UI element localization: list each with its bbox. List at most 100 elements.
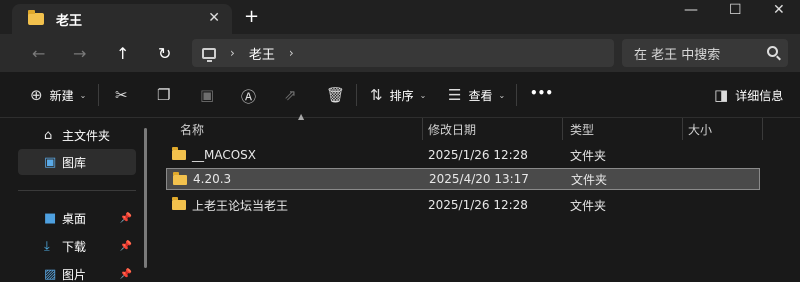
clipboard-icon: ▣ bbox=[200, 86, 215, 104]
column-divider[interactable] bbox=[762, 118, 763, 140]
column-header-size[interactable]: 大小 bbox=[688, 118, 758, 140]
new-label: 新建 bbox=[49, 88, 74, 103]
sidebar-scrollbar[interactable] bbox=[144, 128, 147, 268]
file-type: 文件夹 bbox=[570, 198, 607, 213]
details-pane-button[interactable]: ◨ 详细信息 bbox=[714, 86, 783, 104]
trash-icon: 🗑 bbox=[326, 86, 346, 104]
tab-title: 老王 bbox=[56, 13, 83, 29]
column-divider[interactable] bbox=[422, 118, 423, 140]
new-tab-button[interactable]: + bbox=[244, 6, 259, 27]
new-button[interactable]: ⊕ 新建 ⌄ bbox=[30, 86, 86, 104]
sidebar-divider bbox=[18, 190, 136, 191]
delete-button[interactable]: 🗑 bbox=[326, 86, 345, 104]
back-button[interactable]: ← bbox=[32, 44, 45, 63]
column-divider[interactable] bbox=[562, 118, 563, 140]
paste-button[interactable]: ▣ bbox=[200, 86, 214, 104]
file-name: 上老王论坛当老王 bbox=[192, 198, 289, 213]
file-date: 2025/1/26 12:28 bbox=[428, 198, 528, 212]
minimize-button[interactable]: — bbox=[684, 2, 698, 18]
folder-icon bbox=[28, 10, 44, 25]
sidebar-item-gallery[interactable]: ▣ 图库 bbox=[18, 149, 136, 175]
file-row[interactable]: 上老王论坛当老王 2025/1/26 12:28 文件夹 bbox=[166, 194, 760, 216]
sidebar-item-label: 图片 bbox=[62, 267, 87, 282]
close-tab-icon[interactable]: ✕ bbox=[208, 10, 220, 26]
pictures-icon: ▨ bbox=[44, 266, 57, 282]
sidebar-item-desktop[interactable]: ■ 桌面 📌 bbox=[18, 205, 136, 231]
sidebar-item-label: 下载 bbox=[62, 239, 87, 254]
details-label: 详细信息 bbox=[735, 88, 784, 103]
maximize-button[interactable]: ☐ bbox=[729, 2, 742, 18]
file-name: 4.20.3 bbox=[193, 172, 232, 186]
toolbar-divider bbox=[98, 84, 99, 106]
column-header-label: 修改日期 bbox=[428, 122, 477, 137]
address-row: ← → ↑ ↻ › 老王 › 在 老王 中搜索 bbox=[0, 34, 800, 72]
breadcrumb-chevron-icon[interactable]: › bbox=[230, 46, 235, 60]
column-header-date[interactable]: 修改日期 bbox=[428, 118, 558, 140]
pin-icon[interactable]: 📌 bbox=[120, 241, 132, 252]
search-placeholder: 在 老王 中搜索 bbox=[634, 47, 721, 63]
desktop-icon: ■ bbox=[44, 210, 57, 226]
share-icon: ⇗ bbox=[284, 86, 297, 104]
more-icon: ••• bbox=[530, 86, 554, 100]
list-view-icon: ☰ bbox=[448, 86, 462, 104]
view-button[interactable]: ☰ 查看 ⌄ bbox=[448, 86, 505, 104]
sort-button[interactable]: ⇅ 排序 ⌄ bbox=[370, 86, 426, 104]
sidebar-item-label: 主文件夹 bbox=[62, 128, 111, 143]
refresh-button[interactable]: ↻ bbox=[158, 44, 171, 63]
computer-icon bbox=[202, 47, 216, 62]
copy-icon: ❐ bbox=[157, 86, 171, 104]
chevron-down-icon: ⌄ bbox=[79, 90, 87, 100]
command-bar: ⊕ 新建 ⌄ ✂ ❐ ▣ Ⓐ ⇗ 🗑 ⇅ 排序 ⌄ ☰ 查看 ⌄ ••• ◨ 详… bbox=[0, 72, 800, 118]
pin-icon[interactable]: 📌 bbox=[120, 269, 132, 280]
details-pane-icon: ◨ bbox=[714, 86, 729, 104]
forward-button[interactable]: → bbox=[73, 44, 86, 63]
column-header-name[interactable]: 名称 bbox=[180, 118, 420, 140]
chevron-down-icon: ⌄ bbox=[498, 90, 506, 100]
download-icon: ⤓ bbox=[44, 238, 50, 254]
rename-icon: Ⓐ bbox=[241, 88, 257, 106]
tab-active[interactable]: 老王 ✕ bbox=[12, 4, 232, 34]
folder-icon bbox=[172, 197, 186, 210]
sidebar-item-home[interactable]: ⌂ 主文件夹 bbox=[18, 122, 136, 148]
sort-icon: ⇅ bbox=[370, 86, 383, 104]
sidebar-item-label: 图库 bbox=[62, 155, 87, 170]
file-date: 2025/1/26 12:28 bbox=[428, 148, 528, 162]
column-divider[interactable] bbox=[682, 118, 683, 140]
navigation-pane: ⌂ 主文件夹 ▣ 图库 ■ 桌面 📌 ⤓ 下载 📌 ▨ 图片 📌 bbox=[0, 118, 148, 282]
share-button[interactable]: ⇗ bbox=[284, 86, 297, 104]
file-row[interactable]: 4.20.3 2025/4/20 13:17 文件夹 bbox=[166, 168, 760, 190]
close-window-button[interactable]: ✕ bbox=[773, 2, 785, 18]
pin-icon[interactable]: 📌 bbox=[120, 213, 132, 224]
column-header-type[interactable]: 类型 bbox=[570, 118, 680, 140]
copy-button[interactable]: ❐ bbox=[157, 86, 170, 104]
chevron-down-icon: ⌄ bbox=[419, 90, 427, 100]
file-list: ▲ 名称 修改日期 类型 大小 __MACOSX 2025/1/26 12:28… bbox=[160, 112, 800, 282]
file-type: 文件夹 bbox=[571, 172, 608, 187]
column-header-label: 大小 bbox=[688, 122, 713, 137]
search-input[interactable]: 在 老王 中搜索 bbox=[622, 39, 788, 67]
folder-icon bbox=[173, 172, 187, 185]
sidebar-item-pictures[interactable]: ▨ 图片 📌 bbox=[18, 261, 136, 282]
sort-label: 排序 bbox=[389, 88, 414, 103]
file-row[interactable]: __MACOSX 2025/1/26 12:28 文件夹 bbox=[166, 144, 760, 166]
breadcrumb-chevron-icon[interactable]: › bbox=[289, 46, 294, 60]
file-type: 文件夹 bbox=[570, 148, 607, 163]
cut-button[interactable]: ✂ bbox=[115, 86, 128, 104]
up-button[interactable]: ↑ bbox=[116, 44, 129, 63]
toolbar-divider bbox=[516, 84, 517, 106]
column-header-label: 名称 bbox=[180, 122, 205, 137]
gallery-icon: ▣ bbox=[44, 154, 57, 170]
column-header-label: 类型 bbox=[570, 122, 595, 137]
toolbar-divider bbox=[356, 84, 357, 106]
address-bar[interactable]: › 老王 › bbox=[192, 39, 614, 67]
view-label: 查看 bbox=[468, 88, 493, 103]
more-options-button[interactable]: ••• bbox=[530, 86, 553, 100]
sidebar-item-downloads[interactable]: ⤓ 下载 📌 bbox=[18, 233, 136, 259]
breadcrumb-item[interactable]: 老王 bbox=[249, 44, 275, 63]
rename-button[interactable]: Ⓐ bbox=[241, 86, 256, 107]
file-date: 2025/4/20 13:17 bbox=[429, 172, 529, 186]
file-name: __MACOSX bbox=[192, 148, 257, 162]
sidebar-item-label: 桌面 bbox=[62, 211, 87, 226]
search-icon[interactable] bbox=[767, 46, 778, 57]
title-bar: 老王 ✕ + — ☐ ✕ bbox=[0, 0, 800, 34]
